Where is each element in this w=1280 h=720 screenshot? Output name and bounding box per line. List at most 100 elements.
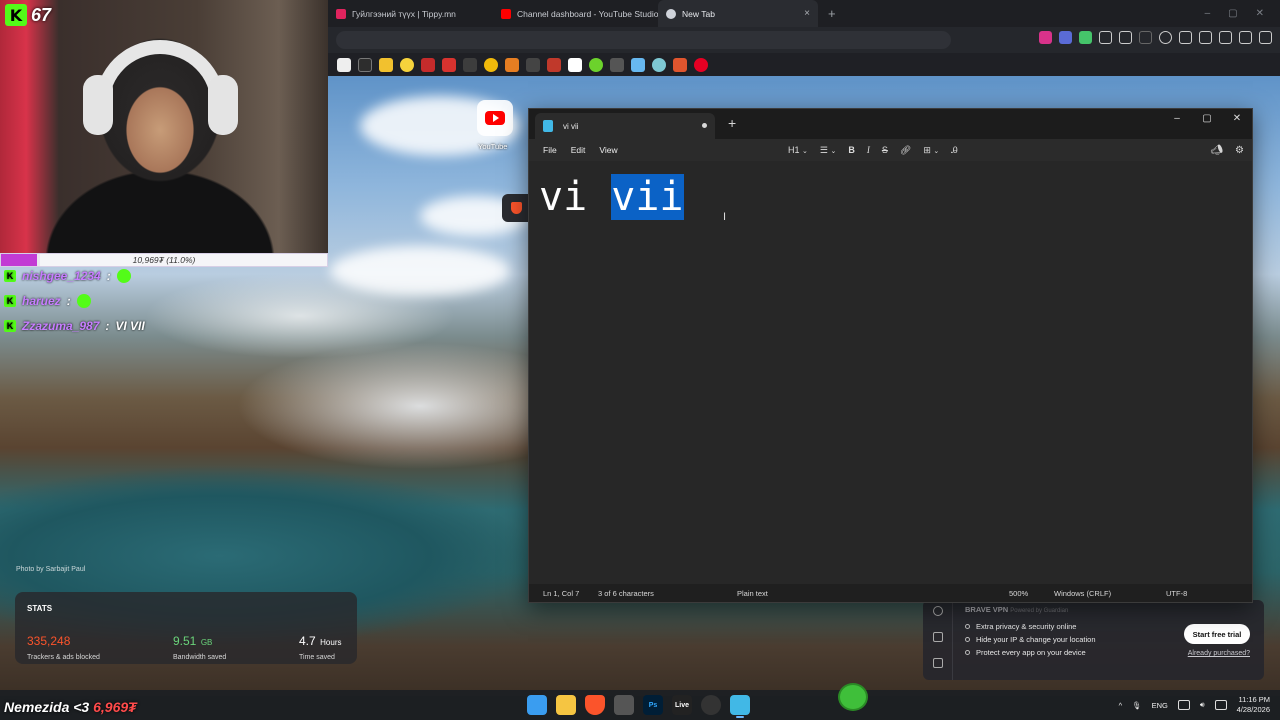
pinterest-icon[interactable]: [694, 57, 708, 72]
text-editor[interactable]: vi vii I: [529, 161, 1252, 586]
notepad-right-tools: 📣︎ ⚙: [1210, 139, 1244, 161]
plain-text: vi: [539, 174, 612, 220]
bookmark-icon[interactable]: [589, 57, 603, 72]
maximize-button[interactable]: ▢: [1228, 8, 1237, 19]
bookmark-icon[interactable]: [337, 57, 351, 72]
bookmark-icon[interactable]: [526, 57, 540, 72]
chat-separator: :: [66, 293, 71, 308]
brave-browser-icon[interactable]: [585, 695, 605, 715]
link-icon[interactable]: 🔗︎: [900, 145, 911, 156]
system-tray: ^ 🎙︎ ENG 🔊︎ 11:16 PM 4/28/2026: [1119, 690, 1270, 720]
shield-icon[interactable]: [933, 606, 943, 616]
menu-edit[interactable]: Edit: [571, 145, 586, 155]
new-tab-button[interactable]: +: [828, 6, 836, 21]
download-icon[interactable]: [1159, 31, 1172, 44]
alert-icon[interactable]: [933, 632, 943, 642]
formatting-toolbar: H1 ⌄ ☰ ⌄ B I S 🔗︎ ⊞ ⌄ Ꭿ: [788, 139, 958, 161]
close-window-button[interactable]: ✕: [1256, 8, 1264, 19]
notepad-close-button[interactable]: ✕: [1222, 109, 1252, 127]
shortcut-label[interactable]: YouTube: [478, 142, 507, 151]
minimize-button[interactable]: –: [1205, 8, 1211, 19]
photo-credit[interactable]: Photo by Sarbajit Paul: [16, 566, 85, 573]
extension-icon[interactable]: [1079, 31, 1092, 44]
microphone-icon[interactable]: 🎙︎: [1132, 701, 1142, 710]
bookmark-icon[interactable]: [421, 57, 435, 72]
status-encoding[interactable]: UTF-8: [1166, 589, 1187, 598]
settings-gear-icon[interactable]: ⚙: [1235, 145, 1244, 156]
brave-shield-icon[interactable]: [1059, 31, 1072, 44]
address-bar[interactable]: [336, 31, 951, 49]
extensions-puzzle-icon[interactable]: [1099, 31, 1112, 44]
stat-label: Trackers & ads blocked: [27, 654, 100, 661]
start-button-icon[interactable]: [527, 695, 547, 715]
already-purchased-link[interactable]: Already purchased?: [1188, 650, 1250, 657]
table-dropdown-icon[interactable]: ⊞ ⌄: [923, 145, 939, 156]
close-tab-icon[interactable]: ×: [804, 8, 810, 19]
notepad-minimize-button[interactable]: –: [1162, 109, 1192, 127]
ableton-live-icon[interactable]: Live: [672, 695, 692, 715]
notepad-tab[interactable]: vi vii: [535, 113, 715, 139]
clock[interactable]: 11:16 PM 4/28/2026: [1237, 695, 1270, 715]
bookmark-icon[interactable]: [400, 57, 414, 72]
brave-rewards-button[interactable]: [502, 194, 530, 222]
tab-tippy[interactable]: Гуйлгээний түүх | Tippy.mn: [328, 0, 493, 27]
brave-stats-card: STATS 335,248 Trackers & ads blocked 9.5…: [15, 592, 357, 664]
photoshop-icon[interactable]: Ps: [643, 695, 663, 715]
chat-username: nishgee_1234: [22, 268, 101, 283]
stat-unit: Hours: [320, 638, 342, 647]
tab-youtube-studio[interactable]: Channel dashboard - YouTube Studio: [493, 0, 658, 27]
italic-button[interactable]: I: [867, 145, 870, 155]
unsaved-indicator-icon[interactable]: [702, 123, 707, 128]
network-icon[interactable]: [1177, 700, 1190, 710]
folder-icon[interactable]: [379, 57, 393, 72]
menu-icon[interactable]: [1259, 31, 1272, 44]
bookmark-icon[interactable]: [673, 57, 687, 72]
extension-icon[interactable]: [1139, 31, 1152, 44]
bookmark-icon[interactable]: [547, 57, 561, 72]
sidebar-icon[interactable]: [1179, 31, 1192, 44]
wallet-icon[interactable]: [1199, 31, 1212, 44]
menu-view[interactable]: View: [599, 145, 617, 155]
bookmark-icon[interactable]: [358, 57, 372, 72]
language-indicator[interactable]: ENG: [1152, 701, 1168, 710]
bookmark-icon[interactable]: [652, 57, 666, 72]
youtube-shortcut[interactable]: [477, 100, 513, 136]
bookmark-icon[interactable]: [568, 57, 582, 72]
editor-content[interactable]: vi vii: [539, 169, 684, 225]
card-tabs: [923, 600, 953, 680]
list-dropdown-icon[interactable]: ☰ ⌄: [820, 145, 836, 156]
notepad-new-tab-button[interactable]: +: [728, 115, 736, 131]
file-explorer-icon[interactable]: [556, 695, 576, 715]
davinci-resolve-icon[interactable]: [614, 695, 634, 715]
clear-formatting-icon[interactable]: Ꭿ: [951, 145, 958, 156]
extension-icon[interactable]: [1039, 31, 1052, 44]
bookmark-icon[interactable]: [463, 57, 477, 72]
bookmark-icon[interactable]: [631, 57, 645, 72]
notepad-window-controls: – ▢ ✕: [1162, 109, 1252, 127]
start-free-trial-button[interactable]: Start free trial: [1184, 624, 1250, 644]
notepad-maximize-button[interactable]: ▢: [1192, 109, 1222, 127]
bookmark-icon[interactable]: [610, 57, 624, 72]
tab-new-tab[interactable]: New Tab ×: [658, 0, 818, 27]
copilot-megaphone-icon[interactable]: 📣︎: [1210, 145, 1223, 156]
status-line-ending[interactable]: Windows (CRLF): [1054, 589, 1111, 598]
notepad-taskbar-icon[interactable]: [730, 695, 750, 718]
bookmark-icon[interactable]: [505, 57, 519, 72]
monitor-icon[interactable]: [933, 658, 943, 668]
volume-icon[interactable]: 🔊︎: [1200, 700, 1205, 710]
strikethrough-button[interactable]: S: [882, 145, 888, 155]
bookmark-icon[interactable]: [442, 57, 456, 72]
bookmark-icon[interactable]: [484, 57, 498, 72]
battery-icon[interactable]: [1214, 700, 1227, 710]
leo-icon[interactable]: [1219, 31, 1232, 44]
status-mode[interactable]: Plain text: [737, 589, 768, 598]
vpn-icon[interactable]: [1239, 31, 1252, 44]
youtube-icon: [485, 111, 505, 125]
obs-icon[interactable]: [701, 695, 721, 715]
menu-file[interactable]: File: [543, 145, 557, 155]
status-zoom[interactable]: 500%: [1009, 589, 1028, 598]
heading-dropdown[interactable]: H1 ⌄: [788, 145, 808, 155]
bold-button[interactable]: B: [848, 145, 855, 155]
show-hidden-icons[interactable]: ^: [1119, 701, 1123, 710]
extension-icon[interactable]: [1119, 31, 1132, 44]
